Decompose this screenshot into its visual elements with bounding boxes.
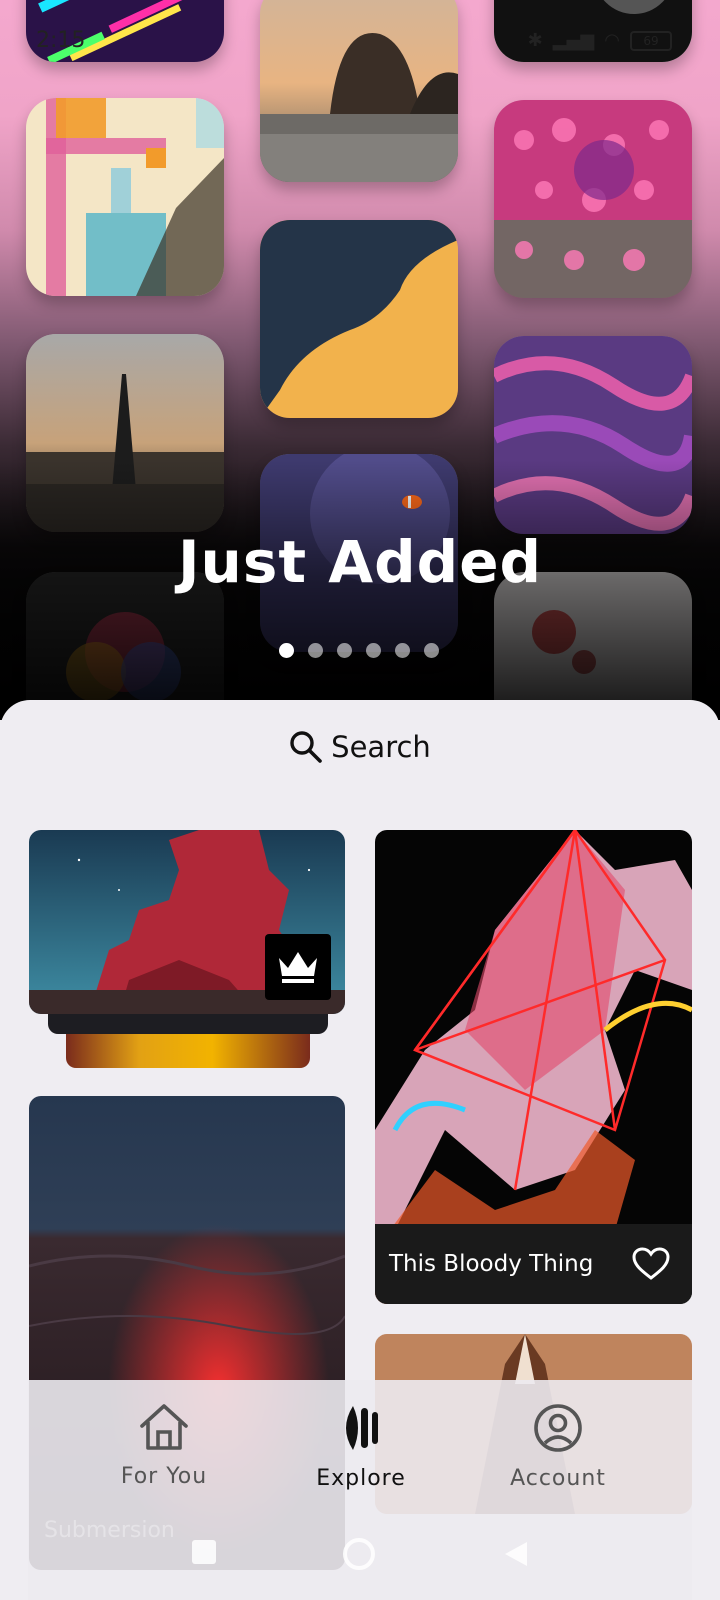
bluetooth-icon: ✱: [527, 30, 543, 51]
crown-icon: [279, 952, 317, 983]
home-icon: [140, 1404, 188, 1450]
status-time: 2:15: [36, 28, 86, 53]
status-icons: ✱ ▂▄▆ ◠ 69: [528, 30, 672, 51]
carousel-dot[interactable]: [366, 643, 381, 658]
card-title: This Bloody Thing: [389, 1251, 594, 1277]
nav-explore[interactable]: Explore: [281, 1402, 441, 1491]
artwork-tile-dune-shore[interactable]: [260, 220, 458, 418]
battery-icon: 69: [630, 30, 672, 51]
hero-title: Just Added: [177, 528, 543, 596]
heart-icon[interactable]: [632, 1247, 670, 1281]
home-button[interactable]: [343, 1538, 375, 1570]
carousel-dot[interactable]: [395, 643, 410, 658]
nav-account[interactable]: Account: [478, 1402, 638, 1491]
account-icon: [534, 1404, 582, 1452]
back-button[interactable]: [503, 1540, 529, 1568]
artwork-tile-glass-shapes[interactable]: [26, 98, 224, 296]
premium-badge: [265, 934, 331, 1000]
explore-icon: [346, 1406, 378, 1450]
signal-icon: ▂▄▆: [552, 30, 595, 51]
nav-label: Account: [510, 1466, 606, 1491]
carousel-dot[interactable]: [308, 643, 323, 658]
carousel-indicator[interactable]: [279, 643, 439, 658]
carousel-dot[interactable]: [279, 643, 294, 658]
search-label: Search: [331, 730, 431, 764]
hero-banner[interactable]: 2:15 ✱ ▂▄▆ ◠ 69 Just Added: [0, 0, 720, 720]
wifi-icon: ◠: [604, 30, 620, 51]
card-caption-bar: This Bloody Thing: [375, 1224, 692, 1304]
search-icon: [290, 731, 322, 763]
recents-button[interactable]: [192, 1540, 216, 1564]
status-bar: 2:15 ✱ ▂▄▆ ◠ 69: [0, 26, 720, 58]
search-button[interactable]: Search: [0, 730, 720, 764]
artwork-tile-coral[interactable]: [494, 100, 692, 298]
nav-label: For You: [120, 1464, 208, 1489]
nav-for-you[interactable]: For You: [84, 1402, 244, 1489]
carousel-dot[interactable]: [424, 643, 439, 658]
system-navigation-bar: [0, 1538, 720, 1578]
nav-label: Explore: [316, 1466, 406, 1491]
carousel-dot[interactable]: [337, 643, 352, 658]
